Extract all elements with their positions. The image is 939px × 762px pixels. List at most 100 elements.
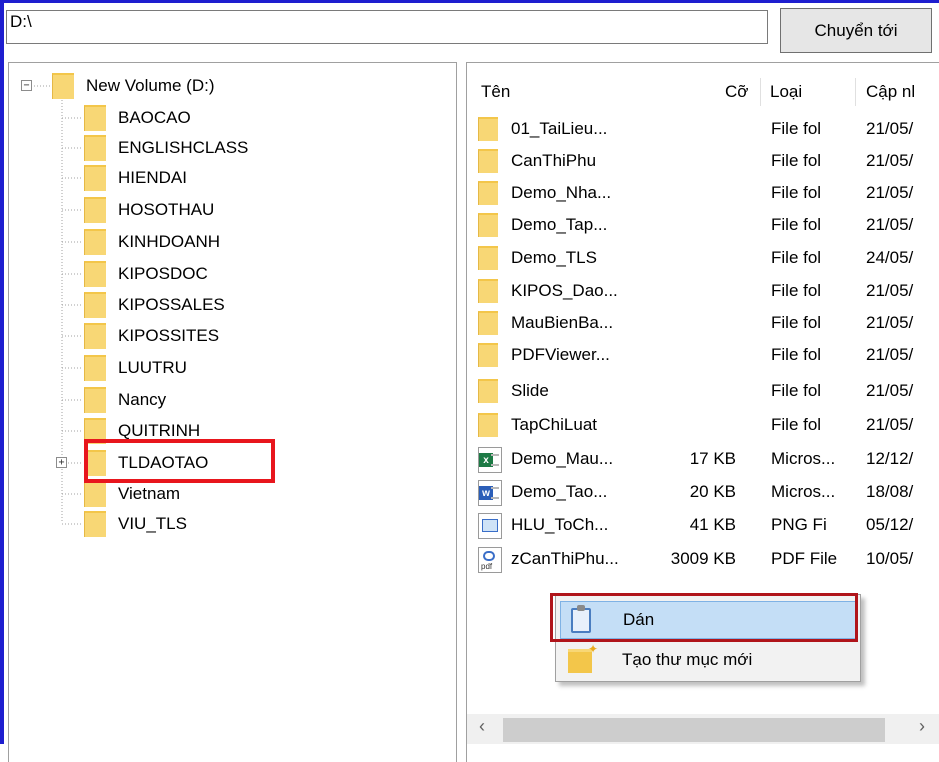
tree-node-kiposdoc[interactable]: KIPOSDOC xyxy=(84,260,208,288)
file-size: 17 KB xyxy=(689,449,736,468)
list-item[interactable]: pdf zCanThiPhu... 3009 KB PDF File 10/05/ xyxy=(478,545,939,577)
folder-icon xyxy=(84,261,106,287)
tree-node-kipossales[interactable]: KIPOSSALES xyxy=(84,291,225,319)
scrollbar-thumb[interactable] xyxy=(503,718,885,742)
tree-node-label: New Volume (D:) xyxy=(86,76,215,95)
column-header-size[interactable]: Cỡ xyxy=(725,82,748,102)
collapse-toggle-icon[interactable]: − xyxy=(21,80,32,91)
folder-icon xyxy=(478,343,498,367)
expand-toggle-icon[interactable]: + xyxy=(56,457,67,468)
file-date: 24/05/ xyxy=(866,248,914,267)
list-item[interactable]: PDFViewer... File fol 21/05/ xyxy=(478,341,939,373)
tree-node-label: ENGLISHCLASS xyxy=(118,138,249,157)
file-name: KIPOS_Dao... xyxy=(511,281,618,300)
file-date: 18/08/ xyxy=(866,482,914,501)
file-date: 21/05/ xyxy=(866,215,914,234)
file-name: Demo_TLS xyxy=(511,248,597,267)
tree-node-nancy[interactable]: Nancy xyxy=(84,386,166,414)
tree-node-luutru[interactable]: LUUTRU xyxy=(84,354,187,382)
tree-root-new-volume[interactable]: New Volume (D:) xyxy=(52,72,214,100)
go-button[interactable]: Chuyển tới xyxy=(780,8,932,53)
list-item[interactable]: Demo_Tap... File fol 21/05/ xyxy=(478,211,939,243)
list-item[interactable]: HLU_ToCh... 41 KB PNG Fi 05/12/ xyxy=(478,511,939,543)
scroll-left-arrow-icon[interactable]: ‹ xyxy=(479,716,485,737)
folder-icon xyxy=(478,181,498,205)
window-frame-top xyxy=(0,0,939,3)
list-item[interactable]: CanThiPhu File fol 21/05/ xyxy=(478,147,939,179)
file-name: HLU_ToCh... xyxy=(511,515,609,534)
file-name: Demo_Tao... xyxy=(511,482,608,501)
file-date: 10/05/ xyxy=(866,549,914,568)
file-name: Demo_Mau... xyxy=(511,449,614,468)
column-divider[interactable] xyxy=(760,78,761,106)
tree-node-label: HOSOTHAU xyxy=(118,200,215,219)
scroll-right-arrow-icon[interactable]: › xyxy=(919,716,925,737)
file-type: Micros... xyxy=(771,449,836,468)
tree-node-label: QUITRINH xyxy=(118,421,201,440)
horizontal-scrollbar[interactable]: ‹ › xyxy=(467,714,939,744)
column-header-date[interactable]: Cập nl xyxy=(866,82,915,102)
tree-node-kinhdoanh[interactable]: KINHDOANH xyxy=(84,228,220,256)
folder-icon xyxy=(478,149,498,173)
folder-icon xyxy=(84,165,106,191)
column-divider[interactable] xyxy=(855,78,856,106)
folder-icon xyxy=(84,323,106,349)
list-item[interactable]: Slide File fol 21/05/ xyxy=(478,377,939,409)
folder-icon xyxy=(478,213,498,237)
tree-node-label: KINHDOANH xyxy=(118,232,221,251)
file-name: Slide xyxy=(511,381,549,400)
file-type: File fol xyxy=(771,381,822,400)
column-header-name[interactable]: Tên xyxy=(481,82,510,102)
address-input[interactable]: D:\ xyxy=(6,10,768,44)
list-item[interactable]: MauBienBa... File fol 21/05/ xyxy=(478,309,939,341)
file-type: PDF File xyxy=(771,549,838,568)
list-item[interactable]: x Demo_Mau... 17 KB Micros... 12/12/ xyxy=(478,445,939,477)
file-name: Demo_Tap... xyxy=(511,215,608,234)
list-item[interactable]: w Demo_Tao... 20 KB Micros... 18/08/ xyxy=(478,478,939,510)
file-type: File fol xyxy=(771,119,822,138)
list-item[interactable]: TapChiLuat File fol 21/05/ xyxy=(478,411,939,443)
file-type: File fol xyxy=(771,248,822,267)
tree-node-hosothau[interactable]: HOSOTHAU xyxy=(84,196,214,224)
folder-icon xyxy=(478,379,498,403)
column-header-type[interactable]: Loại xyxy=(770,82,802,102)
word-file-icon: w xyxy=(478,480,502,506)
tree-node-englishclass[interactable]: ENGLISHCLASS xyxy=(84,134,248,162)
folder-icon xyxy=(84,229,106,255)
list-item[interactable]: KIPOS_Dao... File fol 21/05/ xyxy=(478,277,939,309)
tree-node-vietnam[interactable]: Vietnam xyxy=(84,480,180,508)
menu-item-label: Tạo thư mục mới xyxy=(622,650,753,669)
tree-node-kipossites[interactable]: KIPOSSITES xyxy=(84,322,219,350)
tree-node-label: KIPOSSITES xyxy=(118,326,220,345)
tree-node-label: KIPOSDOC xyxy=(118,264,208,283)
menu-item-new-folder[interactable]: Tạo thư mục mới xyxy=(560,641,856,679)
excel-file-icon: x xyxy=(478,447,502,473)
file-date: 21/05/ xyxy=(866,151,914,170)
file-type: File fol xyxy=(771,345,822,364)
new-folder-icon xyxy=(568,642,598,673)
png-file-icon xyxy=(478,513,502,539)
file-date: 21/05/ xyxy=(866,415,914,434)
file-date: 21/05/ xyxy=(866,381,914,400)
tree-node-baocao[interactable]: BAOCAO xyxy=(84,104,191,132)
file-size: 20 KB xyxy=(689,482,736,501)
file-date: 12/12/ xyxy=(866,449,914,468)
folder-icon xyxy=(478,311,498,335)
folder-icon xyxy=(84,135,106,161)
file-size: 3009 KB xyxy=(670,549,736,568)
tree-node-viu-tls[interactable]: VIU_TLS xyxy=(84,510,187,538)
folder-icon xyxy=(84,355,106,381)
list-item[interactable]: Demo_TLS File fol 24/05/ xyxy=(478,244,939,276)
tree-node-hiendai[interactable]: HIENDAI xyxy=(84,164,187,192)
file-name: TapChiLuat xyxy=(511,415,598,434)
file-date: 21/05/ xyxy=(866,313,914,332)
tree-node-label: KIPOSSALES xyxy=(118,295,225,314)
folder-icon xyxy=(478,246,498,270)
file-name: PDFViewer... xyxy=(511,345,610,364)
file-type: File fol xyxy=(771,415,822,434)
file-type: File fol xyxy=(771,313,822,332)
file-type: Micros... xyxy=(771,482,836,501)
list-item[interactable]: Demo_Nha... File fol 21/05/ xyxy=(478,179,939,211)
pdf-eye-glyph xyxy=(483,551,495,561)
list-item[interactable]: 01_TaiLieu... File fol 21/05/ xyxy=(478,115,939,147)
